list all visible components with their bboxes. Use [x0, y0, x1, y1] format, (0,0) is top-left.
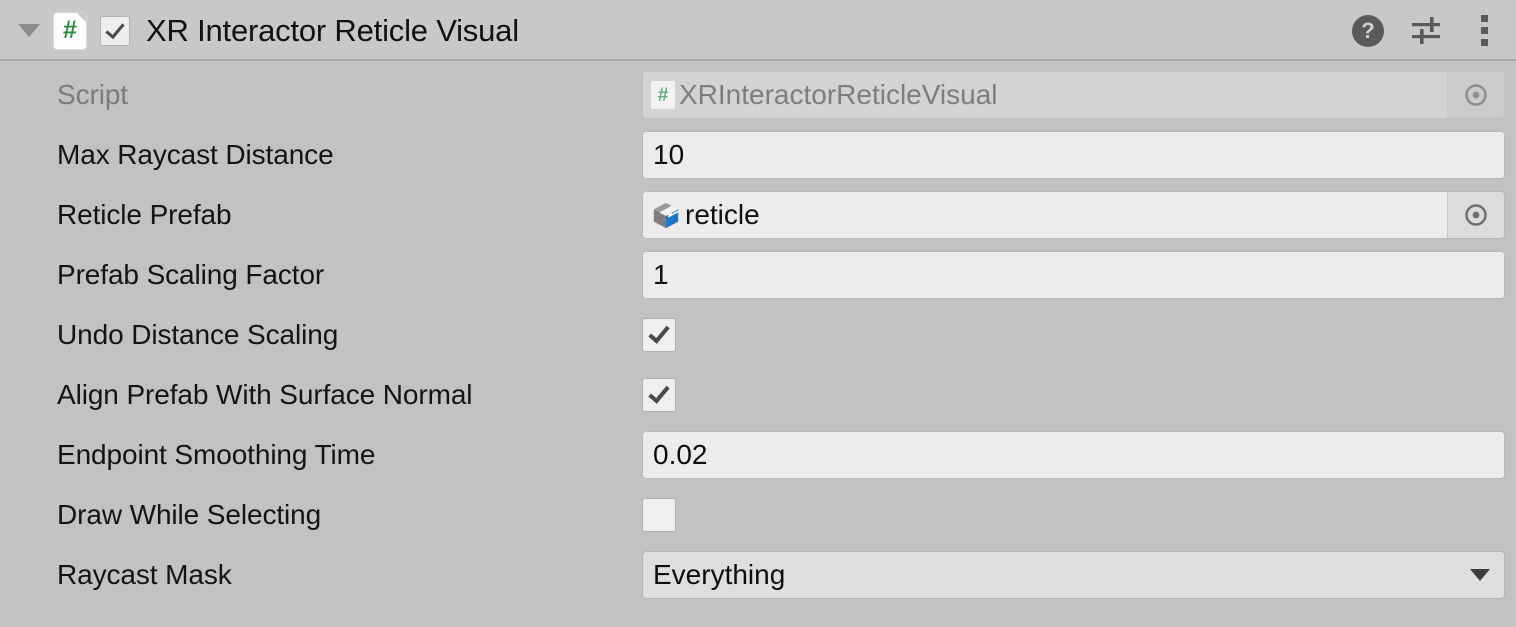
property-row-script: Script # XRInteractorReticleVisual [0, 65, 1516, 125]
check-icon [105, 18, 124, 38]
property-field: # XRInteractorReticleVisual [642, 71, 1505, 119]
property-row-reticle-prefab: Reticle Prefab reticle [0, 185, 1516, 245]
preset-button[interactable] [1410, 16, 1444, 46]
property-row-prefab-scaling-factor: Prefab Scaling Factor 1 [0, 245, 1516, 305]
help-icon: ? [1352, 15, 1384, 47]
csharp-script-icon: # [651, 81, 675, 109]
property-label: Prefab Scaling Factor [57, 259, 642, 291]
draw-while-selecting-checkbox[interactable] [642, 498, 676, 532]
kebab-menu-icon [1470, 13, 1498, 48]
check-icon [648, 381, 669, 403]
component-title: XR Interactor Reticle Visual [146, 13, 519, 49]
csharp-script-icon: # [54, 13, 86, 49]
more-menu-button[interactable] [1470, 13, 1498, 48]
reticle-prefab-value: reticle [685, 199, 760, 231]
triangle-down-icon [18, 24, 40, 37]
check-icon [648, 321, 669, 343]
endpoint-smoothing-time-input[interactable]: 0.02 [642, 431, 1505, 479]
page-fold-corner [77, 13, 86, 22]
property-list: Script # XRInteractorReticleVisual [0, 61, 1516, 605]
property-label: Script [57, 79, 642, 111]
property-field [642, 318, 1505, 352]
property-label: Reticle Prefab [57, 199, 642, 231]
header-actions: ? [1352, 13, 1498, 48]
property-field: reticle [642, 191, 1505, 239]
property-field [642, 498, 1505, 532]
csharp-hash-glyph: # [63, 18, 77, 43]
property-label: Undo Distance Scaling [57, 319, 642, 351]
property-label: Max Raycast Distance [57, 139, 642, 171]
property-field: 0.02 [642, 431, 1505, 479]
property-field: Everything [642, 551, 1505, 599]
preset-sliders-icon [1410, 16, 1444, 46]
script-value: XRInteractorReticleVisual [679, 79, 998, 111]
property-field: 10 [642, 131, 1505, 179]
property-field: 1 [642, 251, 1505, 299]
chevron-down-icon [1470, 569, 1490, 581]
property-row-raycast-mask: Raycast Mask Everything [0, 545, 1516, 605]
property-row-endpoint-smoothing-time: Endpoint Smoothing Time 0.02 [0, 425, 1516, 485]
align-prefab-with-surface-normal-checkbox[interactable] [642, 378, 676, 412]
foldout-triangle-icon[interactable] [14, 16, 44, 46]
property-row-draw-while-selecting: Draw While Selecting [0, 485, 1516, 545]
inspector-panel: # XR Interactor Reticle Visual ? [0, 0, 1516, 627]
component-enabled-checkbox[interactable] [100, 16, 130, 46]
property-row-align-prefab-with-surface-normal: Align Prefab With Surface Normal [0, 365, 1516, 425]
prefab-cube-icon [651, 200, 681, 230]
property-label: Raycast Mask [57, 559, 642, 591]
prefab-scaling-factor-input[interactable]: 1 [642, 251, 1505, 299]
script-object-field[interactable]: # XRInteractorReticleVisual [642, 71, 1505, 119]
raycast-mask-value: Everything [653, 559, 785, 591]
property-row-max-raycast-distance: Max Raycast Distance 10 [0, 125, 1516, 185]
csharp-hash-glyph: # [658, 86, 669, 105]
object-picker-icon[interactable] [1447, 72, 1504, 118]
undo-distance-scaling-checkbox[interactable] [642, 318, 676, 352]
raycast-mask-dropdown[interactable]: Everything [642, 551, 1505, 599]
max-raycast-distance-input[interactable]: 10 [642, 131, 1505, 179]
help-button[interactable]: ? [1352, 15, 1384, 47]
property-label: Align Prefab With Surface Normal [57, 379, 642, 411]
property-label: Endpoint Smoothing Time [57, 439, 642, 471]
object-picker-icon[interactable] [1447, 192, 1504, 238]
property-row-undo-distance-scaling: Undo Distance Scaling [0, 305, 1516, 365]
property-field [642, 378, 1505, 412]
property-label: Draw While Selecting [57, 499, 642, 531]
reticle-prefab-object-field[interactable]: reticle [642, 191, 1505, 239]
component-header: # XR Interactor Reticle Visual ? [0, 0, 1516, 61]
